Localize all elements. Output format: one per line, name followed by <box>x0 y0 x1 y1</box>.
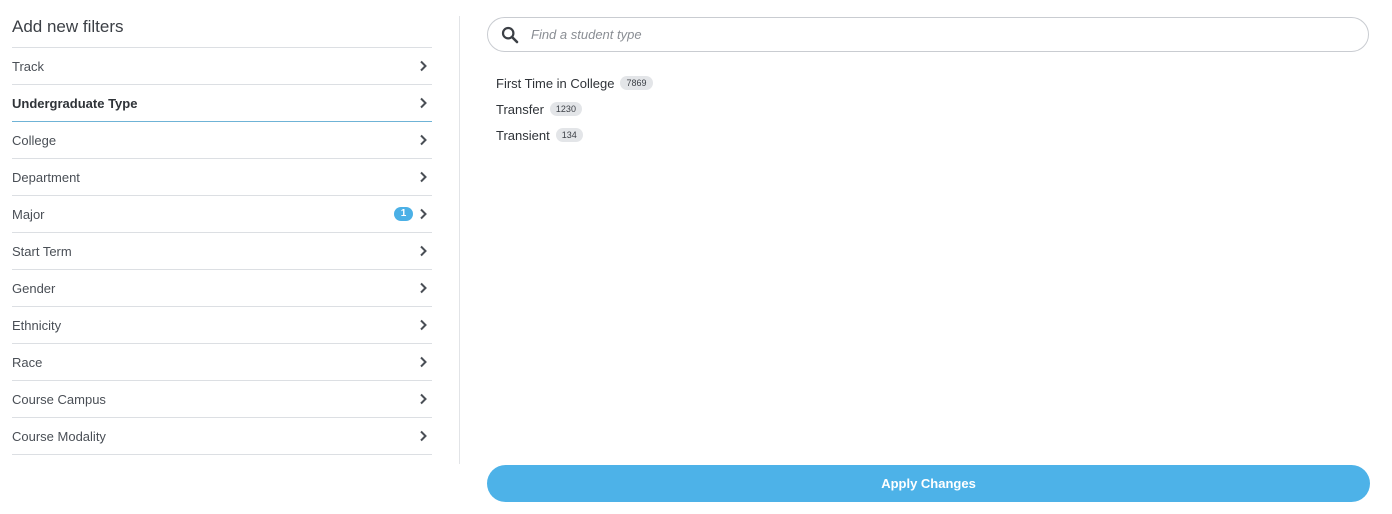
filter-item-gender[interactable]: Gender <box>12 270 432 307</box>
filter-item-undergraduate-type[interactable]: Undergraduate Type <box>12 85 432 122</box>
filter-label: Gender <box>12 280 56 296</box>
filter-item-college[interactable]: College <box>12 122 432 159</box>
count-badge: 1230 <box>549 102 582 116</box>
option-label: First Time in College <box>496 75 615 91</box>
filter-item-course-campus[interactable]: Course Campus <box>12 381 432 418</box>
filter-item-ethnicity[interactable]: Ethnicity <box>12 307 432 344</box>
search-icon <box>501 26 519 44</box>
student-type-list: First Time in College 7869 Transfer 1230… <box>496 70 653 148</box>
filter-label: Track <box>12 58 45 74</box>
filter-item-start-term[interactable]: Start Term <box>12 233 432 270</box>
filter-label: Department <box>12 169 80 185</box>
chevron-right-icon <box>419 134 428 146</box>
chevron-right-icon <box>419 430 428 442</box>
filter-label: College <box>12 132 57 148</box>
chevron-right-icon <box>419 60 428 72</box>
option-label: Transfer <box>496 101 544 117</box>
filter-page: Add new filters Track Undergraduate Type… <box>0 0 1392 514</box>
option-label: Transient <box>496 127 550 143</box>
list-item[interactable]: First Time in College 7869 <box>496 70 653 96</box>
filter-item-course-modality[interactable]: Course Modality <box>12 418 432 455</box>
filter-item-race[interactable]: Race <box>12 344 432 381</box>
chevron-right-icon <box>419 245 428 257</box>
list-item[interactable]: Transient 134 <box>496 122 653 148</box>
search-input[interactable] <box>531 19 1368 50</box>
list-item[interactable]: Transfer 1230 <box>496 96 653 122</box>
filter-label: Ethnicity <box>12 317 62 333</box>
chevron-right-icon <box>419 171 428 183</box>
panel-divider <box>459 16 460 464</box>
chevron-right-icon <box>419 356 428 368</box>
search-box[interactable] <box>487 17 1369 52</box>
apply-changes-button[interactable]: Apply Changes <box>487 465 1370 502</box>
count-badge: 7869 <box>620 76 653 90</box>
selected-count-badge: 1 <box>394 207 413 221</box>
filter-label: Start Term <box>12 243 72 259</box>
chevron-right-icon <box>419 208 428 220</box>
filter-label: Major <box>12 206 45 222</box>
filter-panel: Add new filters Track Undergraduate Type… <box>12 14 432 455</box>
filter-list: Track Undergraduate Type College Departm… <box>12 48 432 455</box>
count-badge: 134 <box>555 128 583 142</box>
filter-item-track[interactable]: Track <box>12 48 432 85</box>
filter-item-major[interactable]: Major 1 <box>12 196 432 233</box>
chevron-right-icon <box>419 282 428 294</box>
chevron-right-icon <box>419 393 428 405</box>
filter-item-department[interactable]: Department <box>12 159 432 196</box>
filter-label: Course Modality <box>12 428 106 444</box>
filter-label: Undergraduate Type <box>12 95 138 111</box>
panel-title: Add new filters <box>12 14 432 48</box>
chevron-right-icon <box>419 319 428 331</box>
filter-label: Race <box>12 354 43 370</box>
chevron-right-icon <box>419 97 428 109</box>
filter-label: Course Campus <box>12 391 106 407</box>
